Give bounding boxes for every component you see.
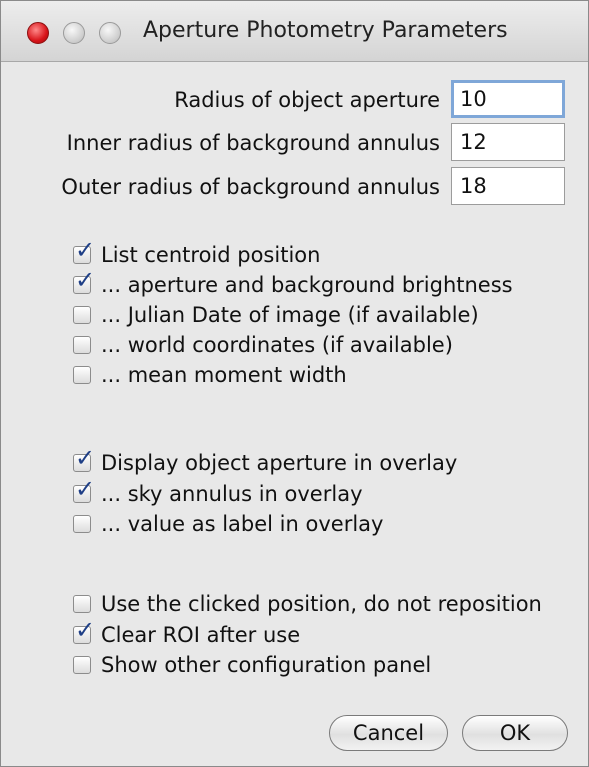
checkbox-box[interactable]: ✓ [73, 446, 95, 472]
checkbox-box[interactable]: ✓ [73, 268, 95, 294]
checkbox-box[interactable]: ✓ [73, 477, 95, 503]
checkbox-label: ... sky annulus in overlay [101, 482, 363, 506]
checkbox-box[interactable]: ✓ [73, 238, 95, 264]
checkbox-box[interactable] [73, 595, 91, 613]
checkmark-icon: ✓ [75, 444, 96, 472]
checkmark-icon: ✓ [75, 266, 96, 294]
checkbox-box[interactable] [73, 366, 91, 384]
show-config-panel-checkbox[interactable]: Show other configuration panel [73, 653, 431, 677]
checkmark-icon: ✓ [75, 236, 96, 264]
checkbox-label: ... mean moment width [101, 363, 347, 387]
zoom-window-button[interactable] [99, 22, 121, 44]
dialog-window: Aperture Photometry Parameters Radius of… [0, 0, 589, 767]
clear-roi-checkbox[interactable]: ✓ Clear ROI after use [73, 618, 301, 647]
window-title: Aperture Photometry Parameters [143, 18, 508, 43]
title-bar: Aperture Photometry Parameters [1, 1, 588, 62]
close-window-button[interactable] [27, 22, 49, 44]
checkbox-label: ... world coordinates (if available) [101, 333, 453, 357]
checkbox-label: List centroid position [101, 243, 321, 267]
checkbox-label: Use the clicked position, do not reposit… [101, 592, 542, 616]
world-coordinates-checkbox[interactable]: ... world coordinates (if available) [73, 333, 453, 357]
checkmark-icon: ✓ [75, 475, 96, 503]
value-label-overlay-checkbox[interactable]: ... value as label in overlay [73, 512, 383, 536]
checkbox-label: Show other configuration panel [101, 653, 432, 677]
checkbox-box[interactable] [73, 336, 91, 354]
object-aperture-radius-label: Radius of object aperture [174, 88, 440, 112]
checkbox-box[interactable] [73, 515, 91, 533]
checkbox-box[interactable]: ✓ [73, 618, 95, 644]
minimize-window-button[interactable] [63, 22, 85, 44]
checkbox-box[interactable] [73, 306, 91, 324]
outer-annulus-radius-input[interactable] [451, 167, 565, 205]
object-aperture-radius-input[interactable] [451, 80, 565, 118]
checkmark-icon: ✓ [75, 616, 96, 644]
checkbox-label: ... aperture and background brightness [101, 273, 513, 297]
no-reposition-checkbox[interactable]: Use the clicked position, do not reposit… [73, 592, 542, 616]
checkbox-label: Clear ROI after use [101, 623, 301, 647]
sky-annulus-overlay-checkbox[interactable]: ✓ ... sky annulus in overlay [73, 477, 363, 506]
checkbox-label: Display object aperture in overlay [101, 451, 458, 475]
checkbox-label: ... Julian Date of image (if available) [101, 303, 479, 327]
outer-annulus-radius-label: Outer radius of background annulus [61, 175, 440, 199]
ok-button[interactable]: OK [462, 715, 568, 751]
checkbox-box[interactable] [73, 656, 91, 674]
aperture-brightness-checkbox[interactable]: ✓ ... aperture and background brightness [73, 268, 513, 297]
mean-moment-width-checkbox[interactable]: ... mean moment width [73, 363, 347, 387]
inner-annulus-radius-label: Inner radius of background annulus [66, 131, 440, 155]
inner-annulus-radius-input[interactable] [451, 123, 565, 161]
checkbox-label: ... value as label in overlay [101, 512, 384, 536]
cancel-button[interactable]: Cancel [329, 715, 448, 751]
display-aperture-overlay-checkbox[interactable]: ✓ Display object aperture in overlay [73, 446, 458, 475]
list-centroid-checkbox[interactable]: ✓ List centroid position [73, 238, 321, 267]
julian-date-checkbox[interactable]: ... Julian Date of image (if available) [73, 303, 479, 327]
